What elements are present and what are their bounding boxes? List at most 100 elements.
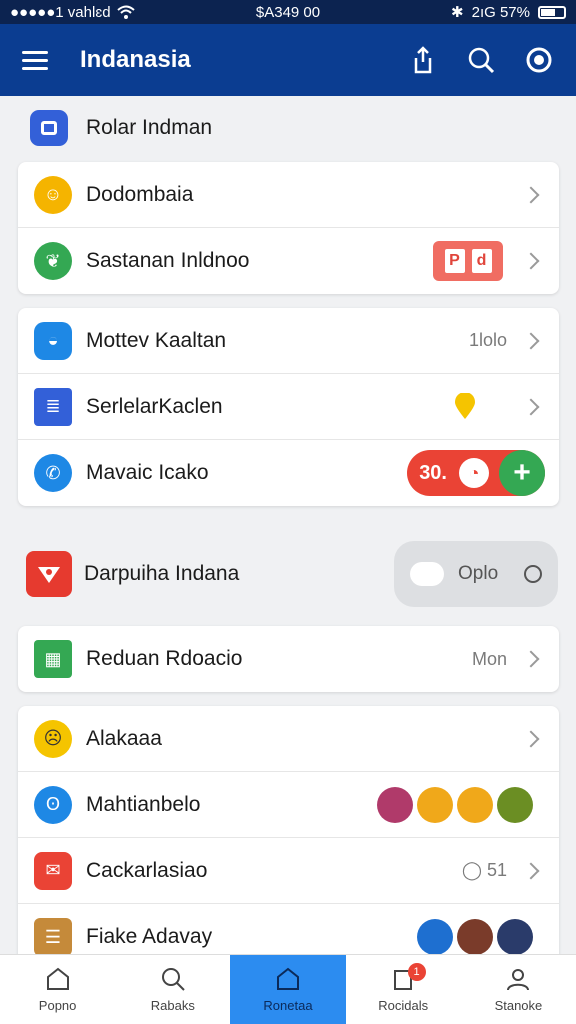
list-item-label: SerlelarKaclen xyxy=(86,394,223,418)
list-item-label: Fiake Adavay xyxy=(86,925,213,948)
person-icon: ✆ xyxy=(34,454,72,492)
chevron-right-icon xyxy=(522,730,540,747)
list-item[interactable]: ▦ Reduan Rdoacio Mon xyxy=(18,626,559,692)
list-item[interactable]: ☹ Alakaaa xyxy=(18,706,559,772)
chevron-right-icon xyxy=(522,252,540,270)
list-item[interactable]: ❦ Sastanan Inldnoo P d xyxy=(18,228,559,294)
battery-icon xyxy=(537,5,566,19)
folder-icon xyxy=(30,110,68,146)
stack-icon: ☰ xyxy=(34,918,72,954)
list-item-value: Mon xyxy=(471,648,507,669)
app-title: Indanasia xyxy=(80,46,191,73)
carrier-text: ●●●●●1 vahlɛd xyxy=(10,3,111,21)
list-item[interactable]: ☺ Dodombaia xyxy=(18,162,559,228)
list-item[interactable]: ≣ SerlelarKaclen xyxy=(18,374,559,440)
location-pin-icon xyxy=(455,392,475,419)
list-item-label: Dodombaia xyxy=(86,182,194,206)
status-time: $A349 00 xyxy=(255,3,321,21)
chat-icon: ◒ xyxy=(34,321,72,360)
counter-pill[interactable]: 30. ◔ + xyxy=(407,450,545,496)
timer-icon: ◔ xyxy=(459,458,489,488)
list-item-label: Sastanan Inldnoo xyxy=(86,249,250,272)
nav-item-active[interactable]: Ronetaa xyxy=(230,955,346,1024)
list-item[interactable]: ✆ Mavaic Icako 30. ◔ + xyxy=(18,440,559,506)
list-item-label: Alakaaa xyxy=(86,726,162,750)
avatar-icon: ☺ xyxy=(34,175,72,214)
card-group-1: ☺ Dodombaia ❦ Sastanan Inldnoo P d xyxy=(18,162,559,294)
chevron-right-icon xyxy=(522,332,540,349)
notification-badge: 1 xyxy=(407,963,426,981)
leaf-icon: ❦ xyxy=(34,242,72,280)
nav-item[interactable]: Rabaks xyxy=(115,955,230,1024)
list-item-label: Cackarlasiao xyxy=(86,858,208,882)
app-bar: Indanasia xyxy=(0,24,576,96)
shield-icon xyxy=(26,551,72,597)
grid-icon: ▦ xyxy=(34,640,72,678)
home-icon xyxy=(277,967,299,990)
chevron-right-icon xyxy=(522,650,540,668)
standalone-row[interactable]: Darpuiha Indana Oplo xyxy=(26,541,558,607)
avatar xyxy=(417,786,453,823)
list-item-label: Mavaic Icako xyxy=(86,461,209,484)
list-item-value: 1lolo xyxy=(468,330,507,350)
search-icon xyxy=(161,968,185,991)
list-item[interactable]: ✉ Cackarlasiao ◯ 51 xyxy=(18,838,559,904)
content-list: Rolar Indman ☺ Dodombaia ❦ Sastanan Inld… xyxy=(0,96,576,954)
chevron-right-icon xyxy=(522,398,540,415)
status-badge: P d xyxy=(433,241,503,281)
emoji-icon: ☹ xyxy=(34,719,72,758)
nav-label: Rocidals xyxy=(378,998,429,1013)
list-item[interactable]: ◒ Mottev Kaaltan 1lolo xyxy=(18,308,559,374)
avatar xyxy=(457,919,493,954)
list-item-value: ◯ 51 xyxy=(461,860,507,880)
list-item-label: Mahtianbelo xyxy=(86,792,201,816)
mail-icon: ✉ xyxy=(34,851,72,890)
bluetooth-icon: ✱ xyxy=(451,4,464,21)
profile-icon[interactable] xyxy=(524,45,554,75)
wifi-icon xyxy=(116,5,135,19)
list-item[interactable]: ☰ Fiake Adavay xyxy=(18,904,559,954)
nav-item[interactable]: Popno xyxy=(0,955,115,1024)
toggle-text: Oplo xyxy=(458,563,499,584)
list-item-label: Reduan Rdoacio xyxy=(86,647,243,670)
counter-value: 30. xyxy=(419,461,447,484)
nav-item[interactable]: Stanoke xyxy=(461,955,576,1024)
chevron-right-icon xyxy=(522,186,540,203)
radio-icon xyxy=(524,565,542,583)
nav-label: Stanoke xyxy=(494,998,543,1013)
avatar xyxy=(497,919,533,954)
avatar xyxy=(497,786,533,823)
nav-label: Popno xyxy=(38,998,77,1013)
bottom-nav: Popno Rabaks Ronetaa 1 Rocidals Stanoke xyxy=(0,954,576,1024)
nav-item[interactable]: 1 Rocidals xyxy=(346,955,461,1024)
cloud-icon xyxy=(410,562,444,586)
avatar xyxy=(457,786,493,823)
home-outline-icon xyxy=(46,967,69,990)
card-group-2: ◒ Mottev Kaaltan 1lolo ≣ SerlelarKaclen … xyxy=(18,308,559,506)
card-group-4: ☹ Alakaaa ʘ Mahtianbelo ✉ Cackarlasiao ◯… xyxy=(18,706,559,954)
list-item[interactable]: ʘ Mahtianbelo xyxy=(18,772,559,838)
hamburger-icon[interactable] xyxy=(22,50,48,70)
avatar-stack xyxy=(417,919,533,954)
battery-text: 2ıG 57% xyxy=(471,3,530,21)
document-icon: ≣ xyxy=(34,387,72,426)
count-value: 51 xyxy=(486,860,507,880)
avatar xyxy=(377,786,413,823)
badge-letter: P xyxy=(444,249,465,273)
toggle-pill[interactable]: Oplo xyxy=(394,541,558,607)
list-item-label: Mottev Kaaltan xyxy=(86,328,227,352)
nav-label: Ronetaa xyxy=(263,998,313,1013)
ghost-icon: ʘ xyxy=(34,785,72,824)
share-icon[interactable] xyxy=(408,45,438,75)
chevron-right-icon xyxy=(522,862,540,879)
badge-letter: d xyxy=(471,249,492,273)
add-button[interactable]: + xyxy=(499,450,545,496)
avatar-stack xyxy=(377,786,533,823)
search-icon[interactable] xyxy=(466,45,496,75)
section-header-label: Rolar Indman xyxy=(86,116,213,139)
section-header: Rolar Indman xyxy=(30,110,212,146)
avatar xyxy=(417,919,453,954)
status-bar: ●●●●●1 vahlɛd $A349 00 ✱ 2ıG 57% xyxy=(0,0,576,24)
standalone-label: Darpuiha Indana xyxy=(84,562,240,585)
card-group-3: ▦ Reduan Rdoacio Mon xyxy=(18,626,559,692)
